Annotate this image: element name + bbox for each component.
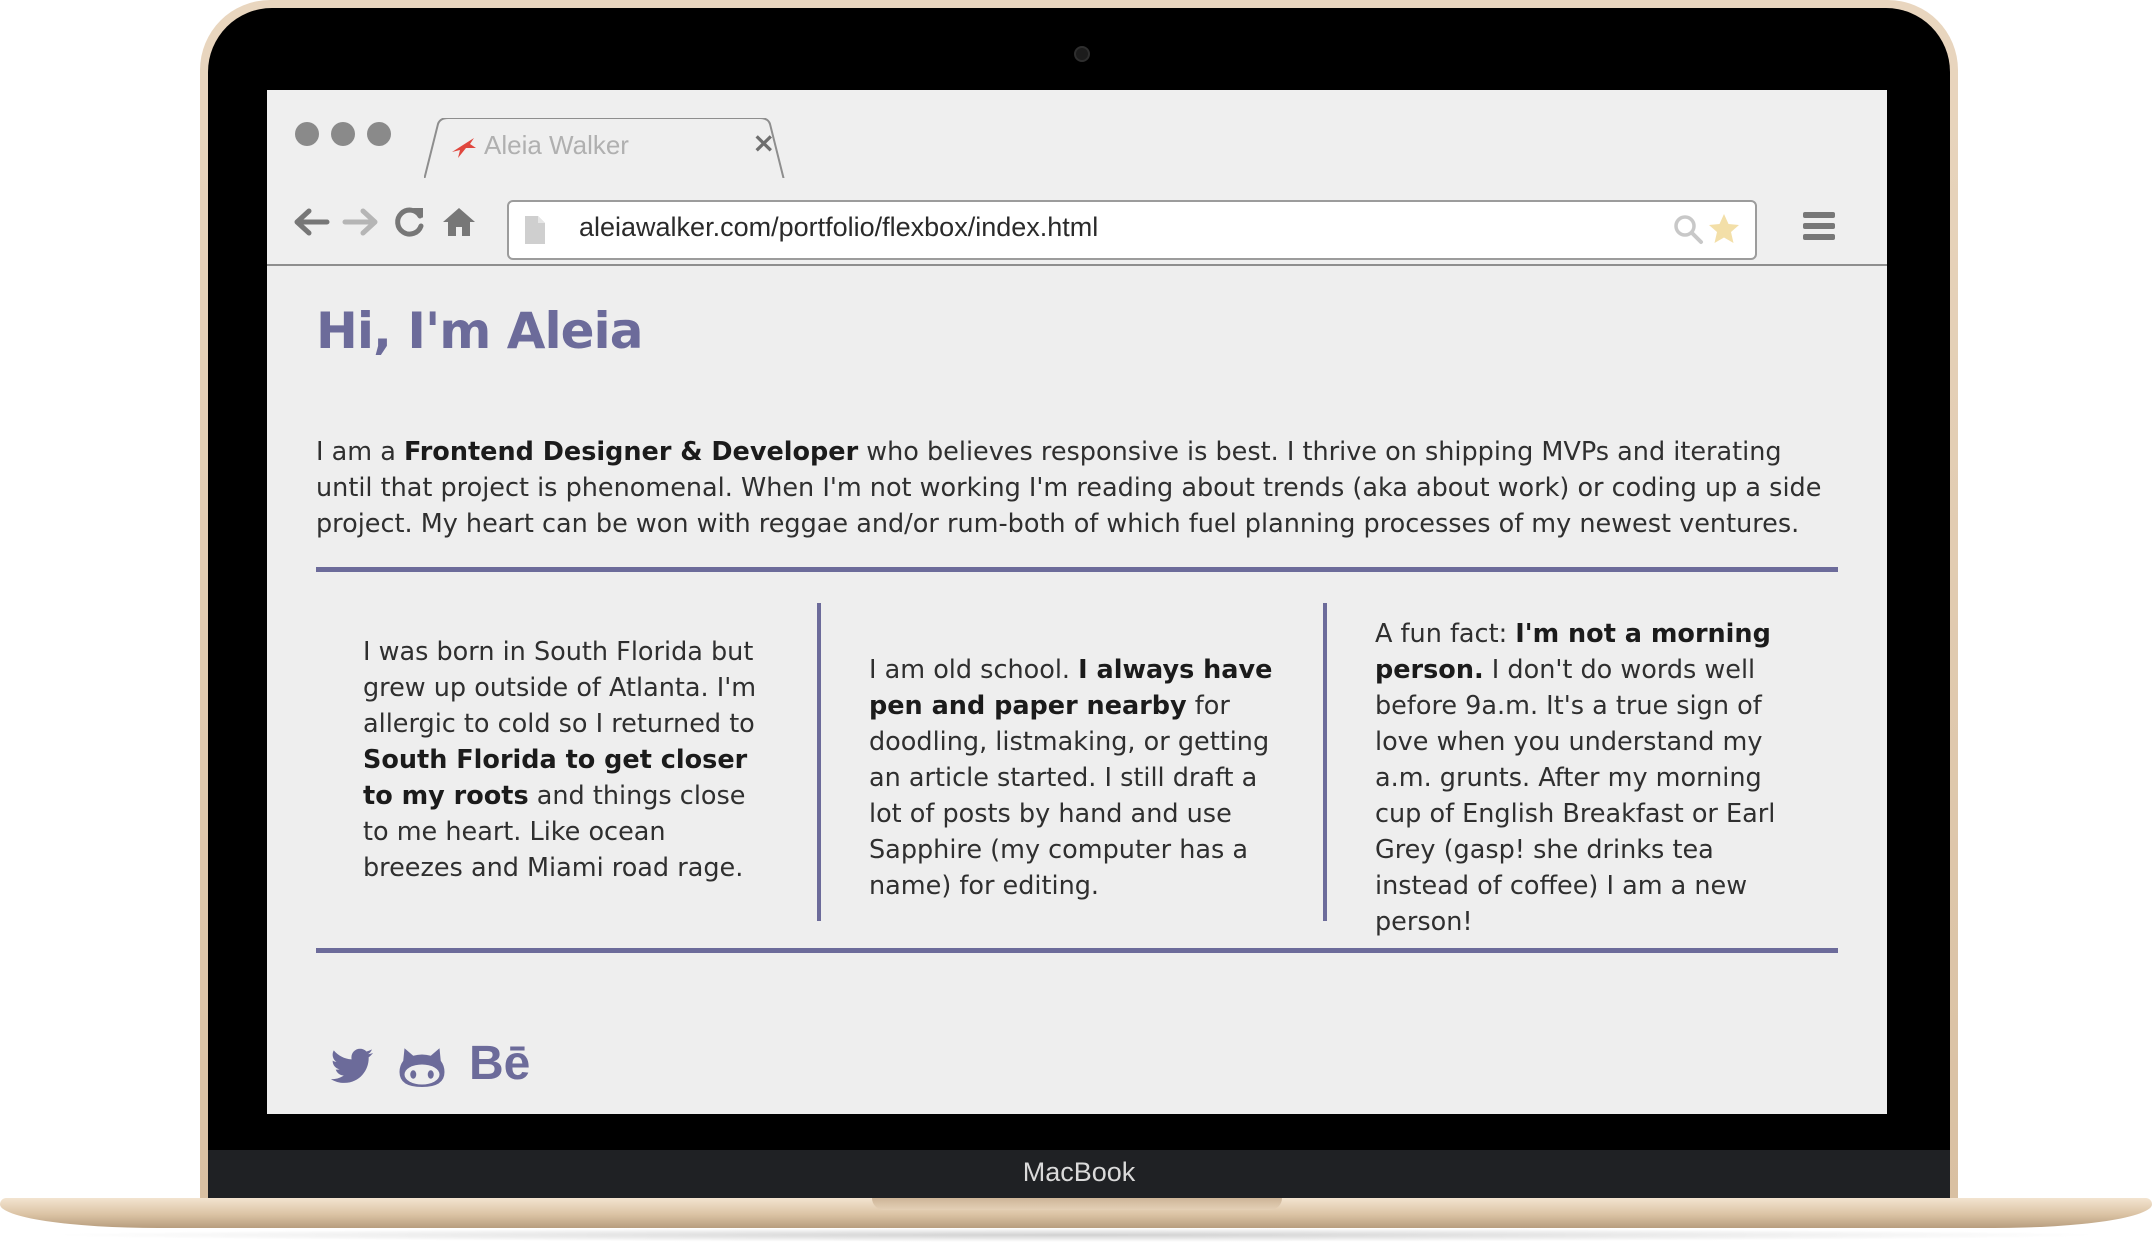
camera bbox=[1074, 46, 1090, 62]
column-divider bbox=[1323, 603, 1327, 921]
hamburger-menu-icon[interactable] bbox=[1801, 206, 1837, 246]
about-column-2: I am old school. I always have pen and p… bbox=[869, 655, 1273, 901]
bottom-divider bbox=[316, 948, 1838, 953]
page-icon bbox=[525, 216, 545, 244]
browser-window: Aleia Walker × aleiawalker.com/portfolio… bbox=[267, 90, 1887, 1114]
behance-icon[interactable]: Bē bbox=[469, 1036, 530, 1091]
window-maximize-button[interactable] bbox=[367, 122, 391, 146]
laptop-notch bbox=[872, 1198, 1282, 1210]
url-text[interactable]: aleiawalker.com/portfolio/flexbox/index.… bbox=[579, 212, 1098, 243]
window-minimize-button[interactable] bbox=[331, 122, 355, 146]
top-divider bbox=[316, 567, 1838, 572]
window-close-button[interactable] bbox=[295, 122, 319, 146]
browser-tab[interactable]: Aleia Walker × bbox=[424, 118, 786, 182]
back-arrow-icon[interactable] bbox=[291, 202, 331, 242]
page-title: Hi, I'm Aleia bbox=[316, 302, 643, 360]
intro-paragraph: I am a Frontend Designer & Developer who… bbox=[316, 437, 1822, 539]
github-icon[interactable] bbox=[397, 1042, 447, 1092]
address-bar[interactable]: aleiawalker.com/portfolio/flexbox/index.… bbox=[507, 200, 1757, 260]
intro-highlight: Frontend Designer & Developer bbox=[403, 437, 859, 467]
forward-arrow-icon[interactable] bbox=[341, 202, 381, 242]
laptop-shadow bbox=[40, 1228, 2112, 1242]
page-content: Hi, I'm Aleia I am a Frontend Designer &… bbox=[267, 266, 1887, 1114]
brand-label: MacBook bbox=[1022, 1157, 1136, 1187]
about-column-1: I was born in South Florida but grew up … bbox=[363, 637, 757, 883]
tab-title: Aleia Walker bbox=[484, 130, 629, 160]
favicon-icon bbox=[452, 138, 476, 158]
home-icon[interactable] bbox=[439, 202, 479, 242]
column-divider bbox=[817, 603, 821, 921]
reload-icon[interactable] bbox=[389, 202, 429, 242]
about-column-3: A fun fact: I'm not a morning person. I … bbox=[1375, 619, 1776, 937]
tab-strip: Aleia Walker × bbox=[267, 90, 1887, 182]
tab-close-icon[interactable]: × bbox=[752, 126, 775, 159]
bookmark-star-icon[interactable] bbox=[1707, 212, 1741, 246]
search-icon[interactable] bbox=[1671, 212, 1705, 246]
twitter-icon[interactable] bbox=[329, 1042, 375, 1092]
